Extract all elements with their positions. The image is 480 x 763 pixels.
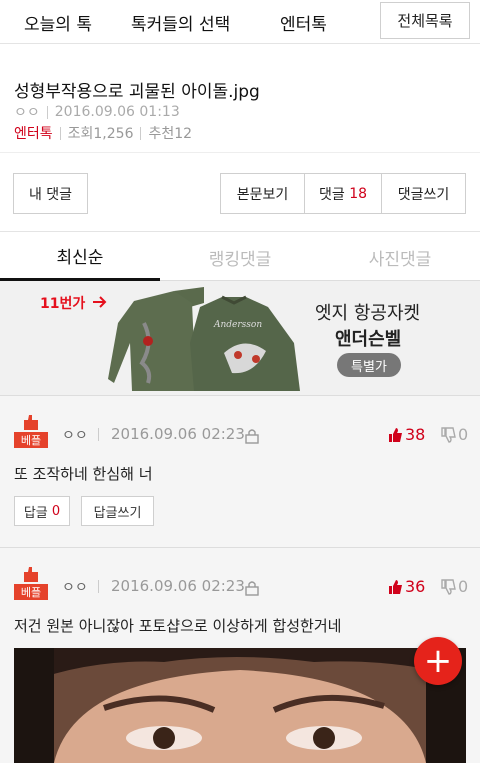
comment-header: 베플 ㅇㅇ 2016.09.06 02:23 36 0 — [14, 566, 468, 606]
comment-photo[interactable] — [14, 648, 466, 763]
comment-action-bar: 내 댓글 본문보기 댓글 18 댓글쓰기 — [0, 152, 480, 232]
category-link[interactable]: 엔터톡 — [14, 123, 53, 143]
comments-count: 18 — [349, 185, 368, 202]
ad-brand-logo: 11번가 — [40, 296, 86, 312]
ad-price-badge: 특별가 — [337, 353, 401, 377]
svg-text:Andersson: Andersson — [213, 320, 262, 330]
ad-product: 앤더슨벨 — [335, 329, 402, 350]
thumbs-down-icon — [441, 578, 456, 595]
report-icon[interactable] — [245, 580, 259, 596]
article-title: 성형부작용으로 괴물된 아이돌.jpg — [14, 82, 260, 102]
my-comments-button[interactable]: 내 댓글 — [13, 173, 88, 214]
comments-count-button[interactable]: 댓글 18 — [304, 173, 382, 214]
tab-latest[interactable]: 최신순 — [0, 233, 160, 281]
tab-photo[interactable]: 사진댓글 — [320, 233, 480, 281]
like-count: 36 — [405, 577, 426, 596]
nav-today-talk[interactable]: 오늘의 톡 — [24, 10, 92, 35]
all-list-button[interactable]: 전체목록 — [380, 2, 470, 39]
tab-ranking[interactable]: 랭킹댓글 — [160, 233, 320, 281]
divider — [46, 105, 48, 119]
add-fab-button[interactable]: + — [414, 637, 462, 685]
face-photo-image — [14, 648, 466, 763]
article-header: 성형부작용으로 괴물된 아이돌.jpg ㅇㅇ 2016.09.06 01:13 … — [0, 44, 480, 152]
like-button[interactable]: 38 — [387, 425, 425, 444]
view-post-button[interactable]: 본문보기 — [220, 173, 305, 214]
comment-author[interactable]: ㅇㅇ — [62, 577, 88, 597]
thumbs-up-icon — [389, 427, 402, 442]
divider — [59, 126, 61, 140]
comments-label: 댓글 — [318, 186, 345, 203]
nav-enter-talk[interactable]: 엔터톡 — [280, 10, 327, 35]
comment-date: 2016.09.06 02:23 — [111, 577, 245, 595]
dislike-count: 0 — [458, 425, 469, 444]
report-icon[interactable] — [245, 428, 259, 444]
view-count: 조회1,256 — [67, 126, 134, 142]
ad-headline: 엣지 항공자켓 — [315, 303, 421, 324]
reply-label: 답글 — [23, 505, 48, 521]
post-date: 2016.09.06 01:13 — [54, 104, 180, 120]
thumbs-down-icon — [441, 426, 456, 443]
like-count: 38 — [405, 425, 426, 444]
reply-count-button[interactable]: 답글 0 — [14, 496, 70, 526]
comment-date: 2016.09.06 02:23 — [111, 425, 245, 443]
recommend-count: 추천12 — [148, 126, 193, 142]
dislike-count: 0 — [458, 577, 469, 596]
thumbs-up-icon — [389, 579, 402, 594]
comment-text: 저건 원본 아니잖아 포토샵으로 이상하게 합성한거네 — [14, 617, 342, 635]
jacket-image: Andersson — [108, 287, 300, 391]
article-stats: 엔터톡 조회1,256 추천12 — [14, 123, 192, 143]
comment-text: 또 조작하네 한심해 너 — [14, 465, 153, 483]
write-comment-button[interactable]: 댓글쓰기 — [381, 173, 466, 214]
author-name[interactable]: ㅇㅇ — [14, 102, 40, 122]
write-reply-button[interactable]: 답글쓰기 — [81, 496, 154, 526]
best-badge: 베플 — [14, 584, 48, 600]
ad-banner[interactable]: 11번가 Andersson 엣지 항공자켓 앤더슨벨 특별가 — [0, 281, 480, 395]
dislike-button[interactable]: 0 — [440, 577, 468, 596]
divider — [98, 428, 99, 441]
nav-talkers-choice[interactable]: 톡커들의 선택 — [131, 10, 230, 35]
divider — [98, 580, 99, 593]
divider — [140, 126, 142, 140]
best-badge: 베플 — [14, 432, 48, 448]
comment-header: 베플 ㅇㅇ 2016.09.06 02:23 38 0 — [14, 414, 468, 454]
dislike-button[interactable]: 0 — [440, 425, 468, 444]
like-button[interactable]: 36 — [387, 577, 425, 596]
comment-sort-tabs: 최신순 랭킹댓글 사진댓글 — [0, 233, 480, 281]
comment-item: 베플 ㅇㅇ 2016.09.06 02:23 38 0 또 조작하네 한심해 너… — [0, 395, 480, 547]
top-nav: 오늘의 톡 톡커들의 선택 엔터톡 전체목록 — [0, 0, 480, 44]
reply-count: 0 — [51, 503, 61, 519]
article-meta: ㅇㅇ 2016.09.06 01:13 — [14, 102, 180, 122]
comment-author[interactable]: ㅇㅇ — [62, 425, 88, 445]
